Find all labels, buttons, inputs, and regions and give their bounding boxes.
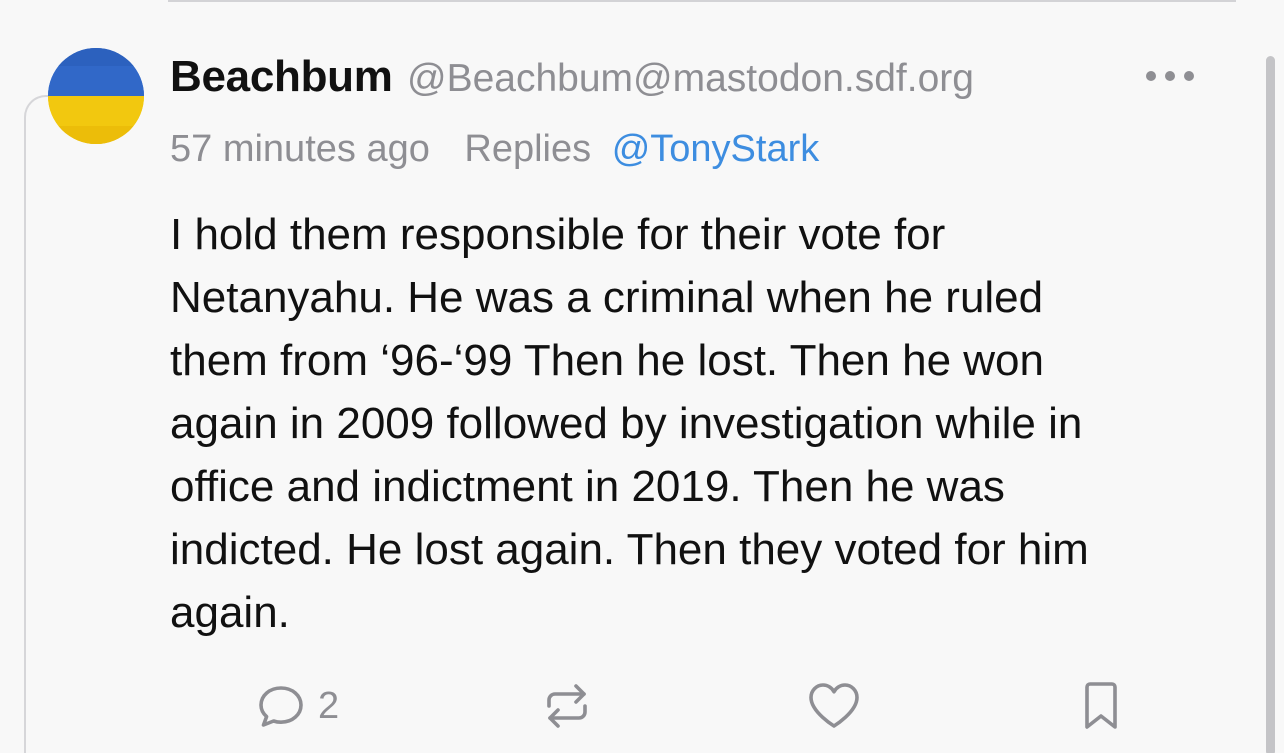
bookmark-icon [1085, 682, 1117, 729]
post-content: I hold them responsible for their vote f… [170, 203, 1220, 644]
top-divider [168, 0, 1236, 2]
post-content-line: again. [170, 588, 290, 637]
scrollbar[interactable] [1266, 56, 1275, 753]
avatar[interactable] [48, 48, 144, 144]
reply-bubble-icon [259, 686, 303, 727]
ellipsis-icon-dot [1184, 71, 1194, 81]
favorite-button[interactable] [806, 676, 862, 736]
post-content-line: indicted. He lost again. Then they voted… [170, 525, 1089, 574]
post-view: Beachbum @Beachbum@mastodon.sdf.org 57 m… [0, 0, 1284, 753]
bookmark-button[interactable] [1080, 676, 1122, 736]
post-content-line: I hold them responsible for their vote f… [170, 210, 946, 259]
post-content-line: Netanyahu. He was a criminal when he rul… [170, 273, 1044, 322]
ellipsis-icon-dot [1146, 71, 1156, 81]
replies-label: Replies [464, 128, 592, 170]
post-timestamp: 57 minutes ago [170, 128, 430, 170]
reply-count: 2 [318, 684, 340, 727]
ukraine-flag-avatar-icon [48, 48, 144, 144]
post-content-line: office and indictment in 2019. Then he w… [170, 462, 1005, 511]
ellipsis-icon-dot [1165, 71, 1175, 81]
post-action-bar: 2 [0, 676, 1284, 736]
more-options-button[interactable] [1146, 62, 1194, 90]
reply-button[interactable]: 2 [256, 676, 339, 736]
author-display-name[interactable]: Beachbum [170, 52, 393, 101]
boost-button[interactable] [540, 676, 594, 736]
heart-icon [809, 683, 859, 728]
thread-connector-line [24, 95, 50, 753]
post-content-line: again in 2009 followed by investigation … [170, 399, 1083, 448]
boost-icon [547, 684, 587, 728]
author-handle[interactable]: @Beachbum@mastodon.sdf.org [407, 57, 974, 100]
post-meta: 57 minutes ago Replies @TonyStark [170, 128, 819, 171]
post-header: Beachbum @Beachbum@mastodon.sdf.org [170, 52, 974, 102]
post-content-line: them from ‘96-‘99 Then he lost. Then he … [170, 336, 1044, 385]
reply-to-mention-link[interactable]: @TonyStark [612, 128, 820, 170]
